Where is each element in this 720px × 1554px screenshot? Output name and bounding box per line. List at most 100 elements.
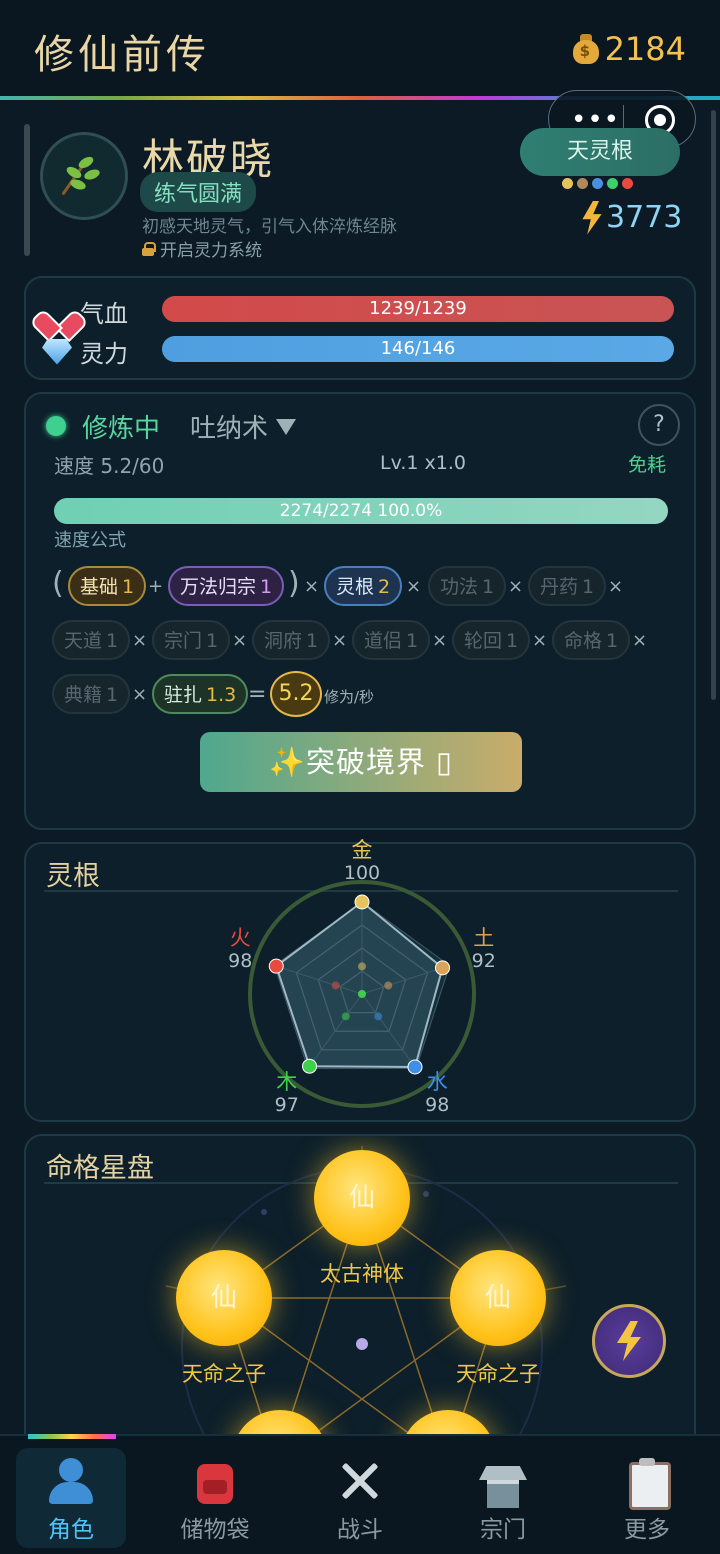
- cultivation-card: 修炼中 吐纳术 ? 速度 5.2/60 Lv.1 x1.0 免耗 2274/22…: [24, 392, 696, 830]
- root-color-dots: [562, 178, 633, 189]
- fate-label-right: 天命之子: [456, 1362, 540, 1386]
- radar-label-0: 金 100: [332, 838, 392, 884]
- lock-icon: [142, 241, 156, 256]
- combat-power-value: 3773: [606, 200, 683, 235]
- person-icon: [45, 1458, 97, 1506]
- radar-inner-dot-3: [341, 1012, 350, 1021]
- temple-icon: [477, 1458, 529, 1508]
- top-bar: 修仙前传 $ 2184: [0, 0, 720, 100]
- radar-element-name: 水: [426, 1069, 448, 1094]
- radar-element-value: 98: [228, 950, 253, 973]
- bottom-nav: 角色 储物袋 战斗 宗门 更多: [0, 1434, 720, 1554]
- level-text: Lv.1 x1.0: [380, 452, 466, 474]
- radar-element-value: 92: [471, 950, 496, 973]
- factor-daolv[interactable]: 道侣 1: [352, 620, 431, 660]
- nav-battle[interactable]: 战斗: [305, 1448, 415, 1548]
- money-bag-icon: $: [571, 32, 601, 66]
- radar-element-name: 火: [229, 926, 251, 951]
- quick-action-button[interactable]: [592, 1304, 666, 1378]
- nav-storage-bag[interactable]: 储物袋: [160, 1448, 270, 1548]
- formula-label: 速度公式: [54, 530, 126, 551]
- mp-bar: 146/146: [162, 336, 674, 362]
- nav-sect[interactable]: 宗门: [448, 1448, 558, 1548]
- unlock-hint: 开启灵力系统: [142, 236, 262, 261]
- factor-dongfu[interactable]: 洞府 1: [252, 620, 331, 660]
- radar-label-1: 土 92: [454, 926, 514, 972]
- avatar[interactable]: [40, 132, 128, 220]
- app-title: 修仙前传: [34, 32, 210, 78]
- root-dot-1: [577, 178, 588, 189]
- spirit-root-card: 灵根 金 100 土 92 水 98 木 97 火 98: [24, 838, 696, 1122]
- mp-row: 灵力: [42, 334, 172, 369]
- heart-icon: [42, 298, 72, 326]
- factor-dianji[interactable]: 典籍 1: [52, 674, 131, 714]
- realm-badge: 练气圆满: [140, 172, 257, 212]
- radar-element-name: 金: [351, 838, 373, 862]
- factor-gongfa[interactable]: 功法 1: [428, 566, 507, 606]
- factor-base[interactable]: 基础 1: [68, 566, 147, 606]
- radar-element-name: 木: [276, 1069, 298, 1094]
- cultivation-status: 修炼中: [82, 414, 161, 444]
- factor-zongmen[interactable]: 宗门 1: [152, 620, 231, 660]
- hp-bar: 1239/1239: [162, 296, 674, 322]
- fate-node-right[interactable]: 仙: [450, 1250, 546, 1346]
- help-button[interactable]: ?: [638, 404, 680, 446]
- radar-element-value: 97: [274, 1093, 299, 1116]
- backpack-icon: [189, 1458, 241, 1506]
- nav-more[interactable]: 更多: [592, 1448, 702, 1548]
- spirit-root-radar: [248, 880, 476, 1108]
- fate-node-left[interactable]: 仙: [176, 1250, 272, 1346]
- hp-label: 气血: [80, 300, 128, 328]
- radar-point-0: [354, 894, 370, 910]
- factor-danyao[interactable]: 丹药 1: [528, 566, 607, 606]
- realm-description: 初感天地灵气，引气入体淬炼经脉: [142, 217, 397, 237]
- factor-zhuzha[interactable]: 驻扎 1.3: [152, 674, 249, 714]
- nav-character[interactable]: 角色: [16, 1448, 126, 1548]
- radar-value-area: [275, 900, 444, 1068]
- fate-label-left: 天命之子: [182, 1362, 266, 1386]
- clipboard-icon: [621, 1458, 673, 1510]
- root-dot-3: [607, 178, 618, 189]
- cultivation-progress-bar: 2274/2274 100.0%: [54, 498, 668, 524]
- radar-element-name: 土: [473, 926, 495, 951]
- radar-label-2: 水 98: [407, 1070, 467, 1116]
- radar-inner-dot-0: [358, 962, 366, 971]
- scrollbar[interactable]: [711, 110, 716, 700]
- radar-inner-dot-4: [331, 981, 340, 990]
- root-type-badge[interactable]: 天灵根: [520, 128, 680, 176]
- root-dot-4: [622, 178, 633, 189]
- combat-power: 3773: [580, 200, 682, 235]
- radar-label-3: 木 97: [257, 1070, 317, 1116]
- coin-amount: 2184: [604, 30, 686, 68]
- radar-point-4: [268, 958, 284, 974]
- radar-point-1: [434, 960, 450, 976]
- radar-inner-dot-2: [374, 1012, 383, 1021]
- fate-label-top: 太古神体: [320, 1262, 404, 1286]
- lightning-icon: [617, 1321, 641, 1361]
- speed-unit: 修为/秒: [324, 688, 375, 706]
- factor-lunhui[interactable]: 轮回 1: [452, 620, 531, 660]
- radar-element-value: 100: [343, 862, 381, 884]
- active-tab-indicator: [28, 1434, 116, 1439]
- cost-text: 免耗: [627, 454, 666, 476]
- factor-mingge[interactable]: 命格 1: [552, 620, 631, 660]
- destiny-card: 命格星盘 仙 太古神体 仙 天命之子 仙 天命之子: [24, 1134, 696, 1464]
- fate-node-top[interactable]: 仙: [314, 1150, 410, 1246]
- root-dot-0: [562, 178, 573, 189]
- crossed-swords-icon: [334, 1458, 386, 1506]
- profile-card: 林破晓 练气圆满 初感天地灵气，引气入体淬炼经脉 开启灵力系统 天灵根 3773: [24, 114, 696, 264]
- radar-label-4: 火 98: [210, 926, 270, 972]
- status-dot: [46, 416, 66, 436]
- factor-linggen[interactable]: 灵根 2: [324, 566, 403, 606]
- factor-wanfa[interactable]: 万法归宗 1: [168, 566, 285, 606]
- coin-counter: $ 2184: [571, 30, 686, 68]
- hp-row: 气血: [42, 294, 172, 329]
- breakthrough-button[interactable]: ✨突破境界 ▯: [200, 732, 522, 792]
- factor-tiandao[interactable]: 天道 1: [52, 620, 131, 660]
- root-dot-2: [592, 178, 603, 189]
- stats-card: 气血 1239/1239 灵力 146/146: [24, 276, 696, 380]
- method-name: 吐纳术: [190, 414, 269, 444]
- radar-center-dot: [358, 990, 366, 998]
- radar-element-value: 98: [425, 1093, 450, 1116]
- method-dropdown[interactable]: 吐纳术: [190, 408, 297, 445]
